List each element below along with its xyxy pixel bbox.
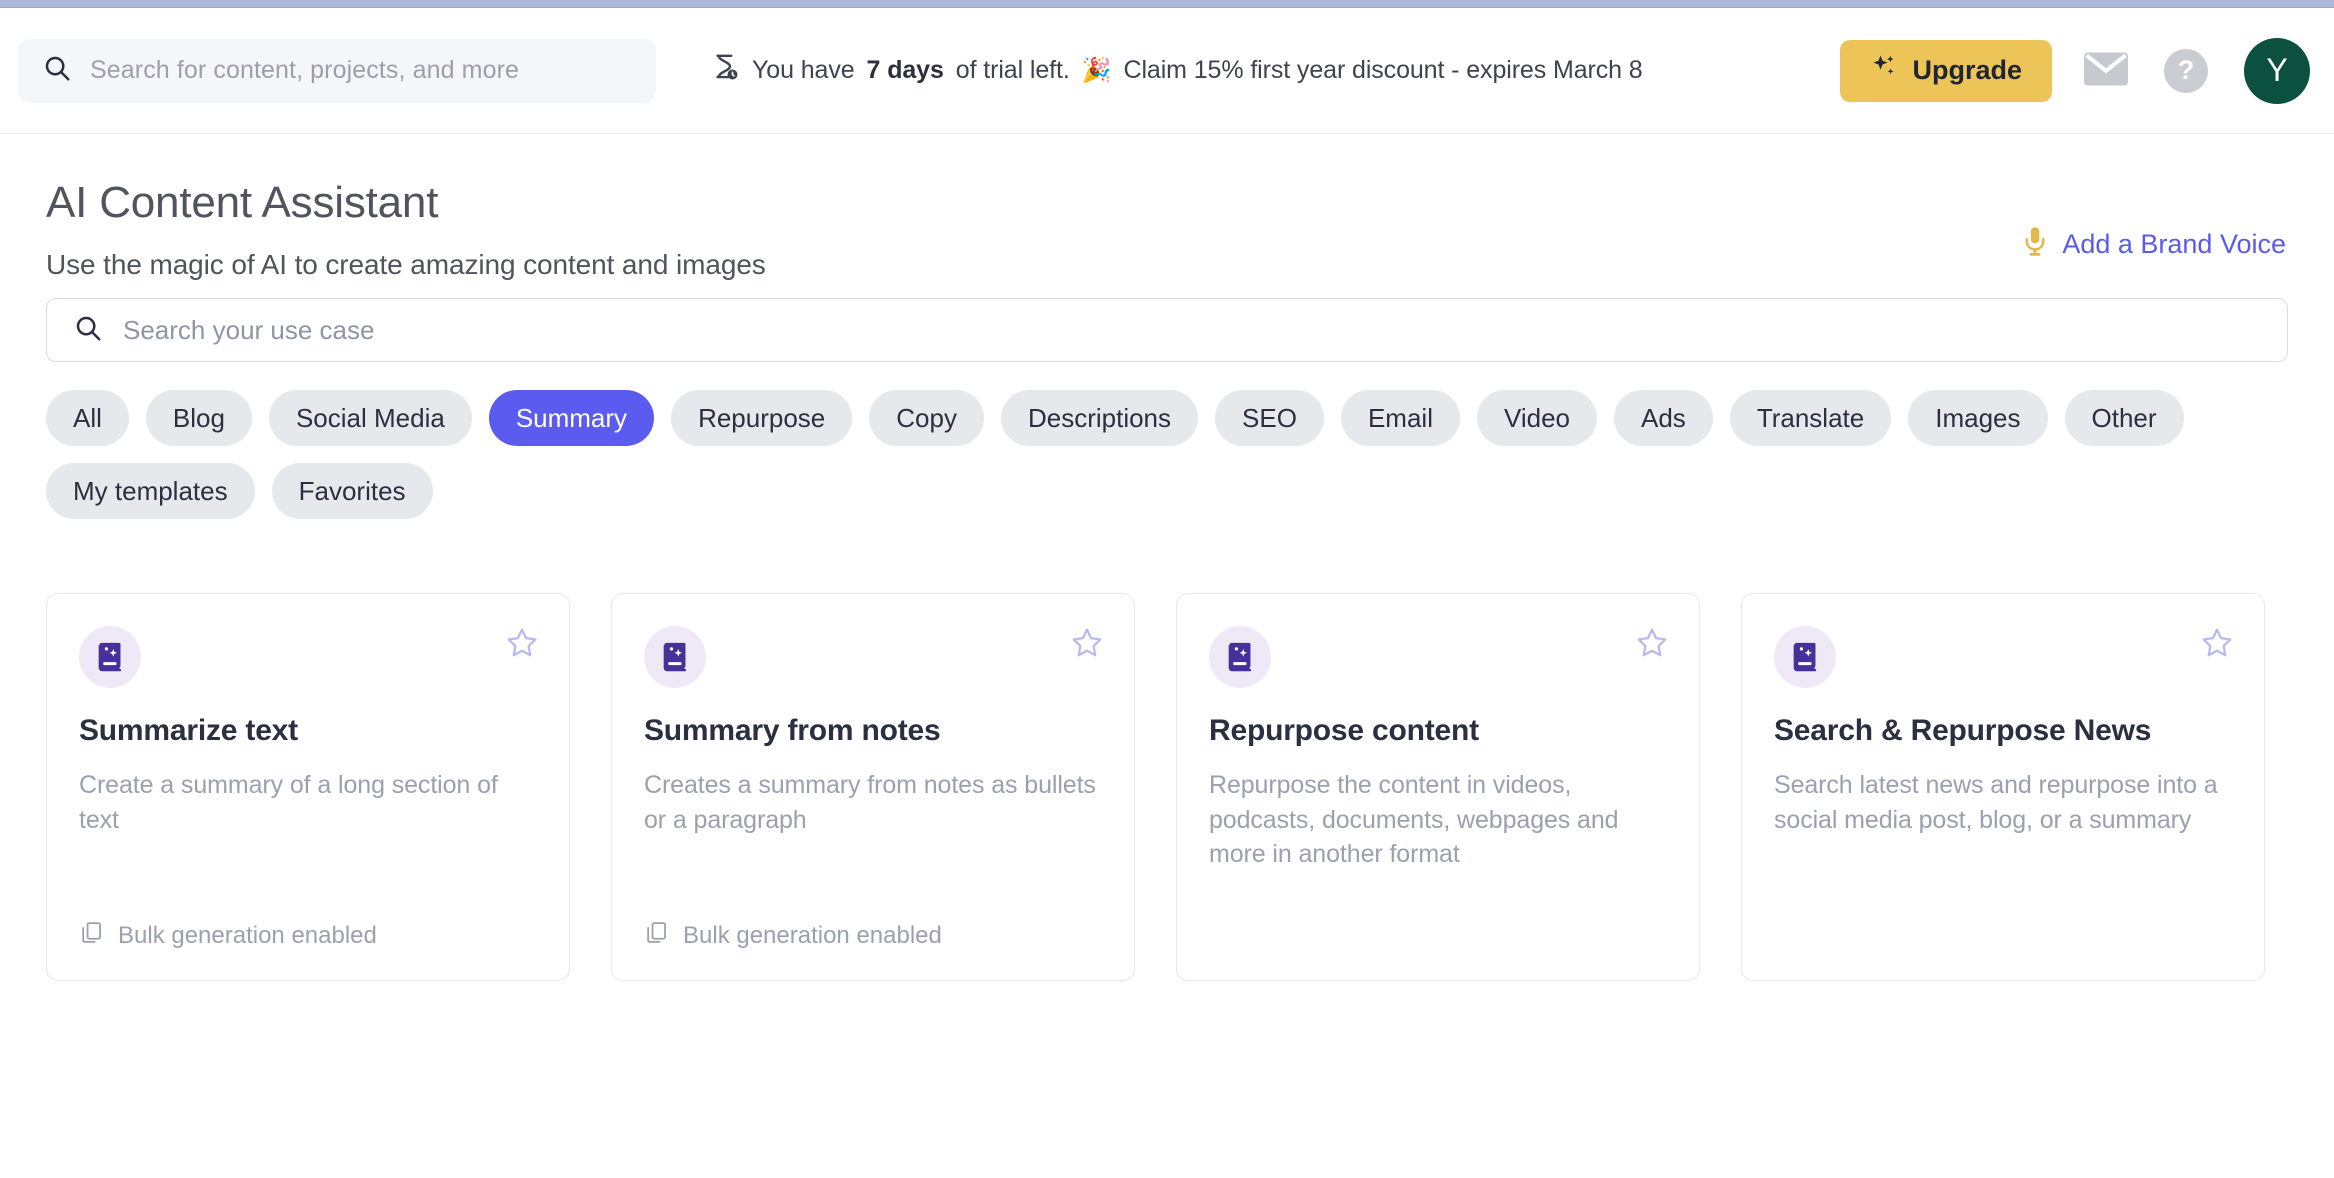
- window-top-strip: [0, 0, 2334, 8]
- filter-chip-list: All Blog Social Media Summary Repurpose …: [46, 390, 2206, 519]
- filter-chip-my-templates[interactable]: My templates: [46, 463, 255, 519]
- filter-chip-email[interactable]: Email: [1340, 390, 1460, 446]
- magic-book-icon: [1774, 626, 1836, 688]
- filter-chip-images[interactable]: Images: [1908, 390, 2048, 446]
- star-outline-icon[interactable]: [2200, 626, 2234, 660]
- filter-chip-repurpose[interactable]: Repurpose: [671, 390, 853, 446]
- avatar[interactable]: Y: [2244, 37, 2310, 104]
- trial-days: 7 days: [866, 56, 944, 84]
- template-card-description: Repurpose the content in videos, podcast…: [1209, 771, 1619, 868]
- copy-icon: [644, 920, 669, 952]
- trial-offer-text: Claim 15% first year discount - expires …: [1123, 56, 1643, 84]
- template-card[interactable]: Repurpose content Repurpose the content …: [1176, 593, 1700, 981]
- page-title: AI Content Assistant: [46, 178, 439, 227]
- help-glyph: ?: [2177, 55, 2195, 85]
- usecase-search-input[interactable]: Search your use case: [46, 298, 2288, 362]
- filter-chip-video[interactable]: Video: [1476, 390, 1597, 446]
- filter-chip-descriptions[interactable]: Descriptions: [1000, 390, 1199, 446]
- sparkles-icon: [1870, 53, 1898, 88]
- filter-chip-ads[interactable]: Ads: [1614, 390, 1713, 446]
- template-card-description: Search latest news and repurpose into a …: [1774, 771, 2218, 834]
- hourglass-clock-icon: [710, 52, 740, 89]
- party-popper-icon: 🎉: [1081, 56, 1112, 84]
- template-card-title: Summarize text: [79, 714, 298, 747]
- page-subtitle: Use the magic of AI to create amazing co…: [46, 249, 766, 280]
- template-card-title: Repurpose content: [1209, 714, 1479, 747]
- trial-banner: You have 7 days of trial left. 🎉 Claim 1…: [710, 52, 1643, 89]
- template-card[interactable]: Summary from notes Creates a summary fro…: [611, 593, 1135, 981]
- copy-icon: [79, 920, 104, 952]
- star-outline-icon[interactable]: [1070, 626, 1104, 660]
- filter-chip-all[interactable]: All: [46, 390, 129, 446]
- page-header: AI Content Assistant Use the magic of AI…: [46, 134, 2288, 284]
- filter-chip-other[interactable]: Other: [2064, 390, 2184, 446]
- template-card-title: Summary from notes: [644, 714, 941, 747]
- filter-chip-seo[interactable]: SEO: [1215, 390, 1324, 446]
- mail-icon: [2084, 52, 2128, 89]
- filter-chip-favorites[interactable]: Favorites: [271, 463, 433, 519]
- upgrade-button-label: Upgrade: [1912, 55, 2022, 85]
- top-bar-actions: Upgrade ? Y: [1840, 37, 2310, 104]
- trial-text-middle: of trial left.: [955, 56, 1070, 84]
- star-outline-icon[interactable]: [505, 626, 539, 660]
- filter-chip-translate[interactable]: Translate: [1729, 390, 1892, 446]
- page-content: AI Content Assistant Use the magic of AI…: [0, 134, 2334, 981]
- add-brand-voice-link[interactable]: Add a Brand Voice: [2022, 226, 2286, 263]
- template-card-description: Create a summary of a long section of te…: [79, 771, 498, 834]
- magic-book-icon: [644, 626, 706, 688]
- global-search-input[interactable]: Search for content, projects, and more: [18, 38, 656, 103]
- star-outline-icon[interactable]: [1635, 626, 1669, 660]
- search-icon: [73, 313, 103, 348]
- magic-book-icon: [1209, 626, 1271, 688]
- bulk-generation-badge: Bulk generation enabled: [644, 920, 1102, 952]
- template-card[interactable]: Search & Repurpose News Search latest ne…: [1741, 593, 2265, 981]
- usecase-search-placeholder: Search your use case: [123, 314, 375, 345]
- upgrade-button[interactable]: Upgrade: [1840, 39, 2052, 102]
- mail-button[interactable]: [2080, 45, 2132, 97]
- template-card-grid: Summarize text Create a summary of a lon…: [46, 593, 2288, 981]
- search-icon: [42, 53, 72, 88]
- filter-chip-summary[interactable]: Summary: [488, 390, 655, 446]
- top-bar: Search for content, projects, and more Y…: [0, 8, 2334, 134]
- template-card[interactable]: Summarize text Create a summary of a lon…: [46, 593, 570, 981]
- help-circle-icon: ?: [2164, 48, 2208, 93]
- bulk-generation-badge: Bulk generation enabled: [79, 920, 537, 952]
- bulk-generation-label: Bulk generation enabled: [683, 922, 942, 949]
- filter-chip-social-media[interactable]: Social Media: [268, 390, 472, 446]
- template-card-title: Search & Repurpose News: [1774, 714, 2152, 747]
- bulk-generation-label: Bulk generation enabled: [118, 922, 377, 949]
- add-brand-voice-label: Add a Brand Voice: [2062, 229, 2286, 259]
- trial-text-prefix: You have: [752, 56, 855, 84]
- global-search-placeholder: Search for content, projects, and more: [90, 56, 520, 84]
- microphone-icon: [2022, 226, 2048, 263]
- filter-chip-blog[interactable]: Blog: [145, 390, 252, 446]
- avatar-initial: Y: [2266, 52, 2288, 88]
- filter-chip-copy[interactable]: Copy: [869, 390, 984, 446]
- template-card-description: Creates a summary from notes as bullets …: [644, 771, 1096, 834]
- help-button[interactable]: ?: [2160, 45, 2212, 97]
- magic-book-icon: [79, 626, 141, 688]
